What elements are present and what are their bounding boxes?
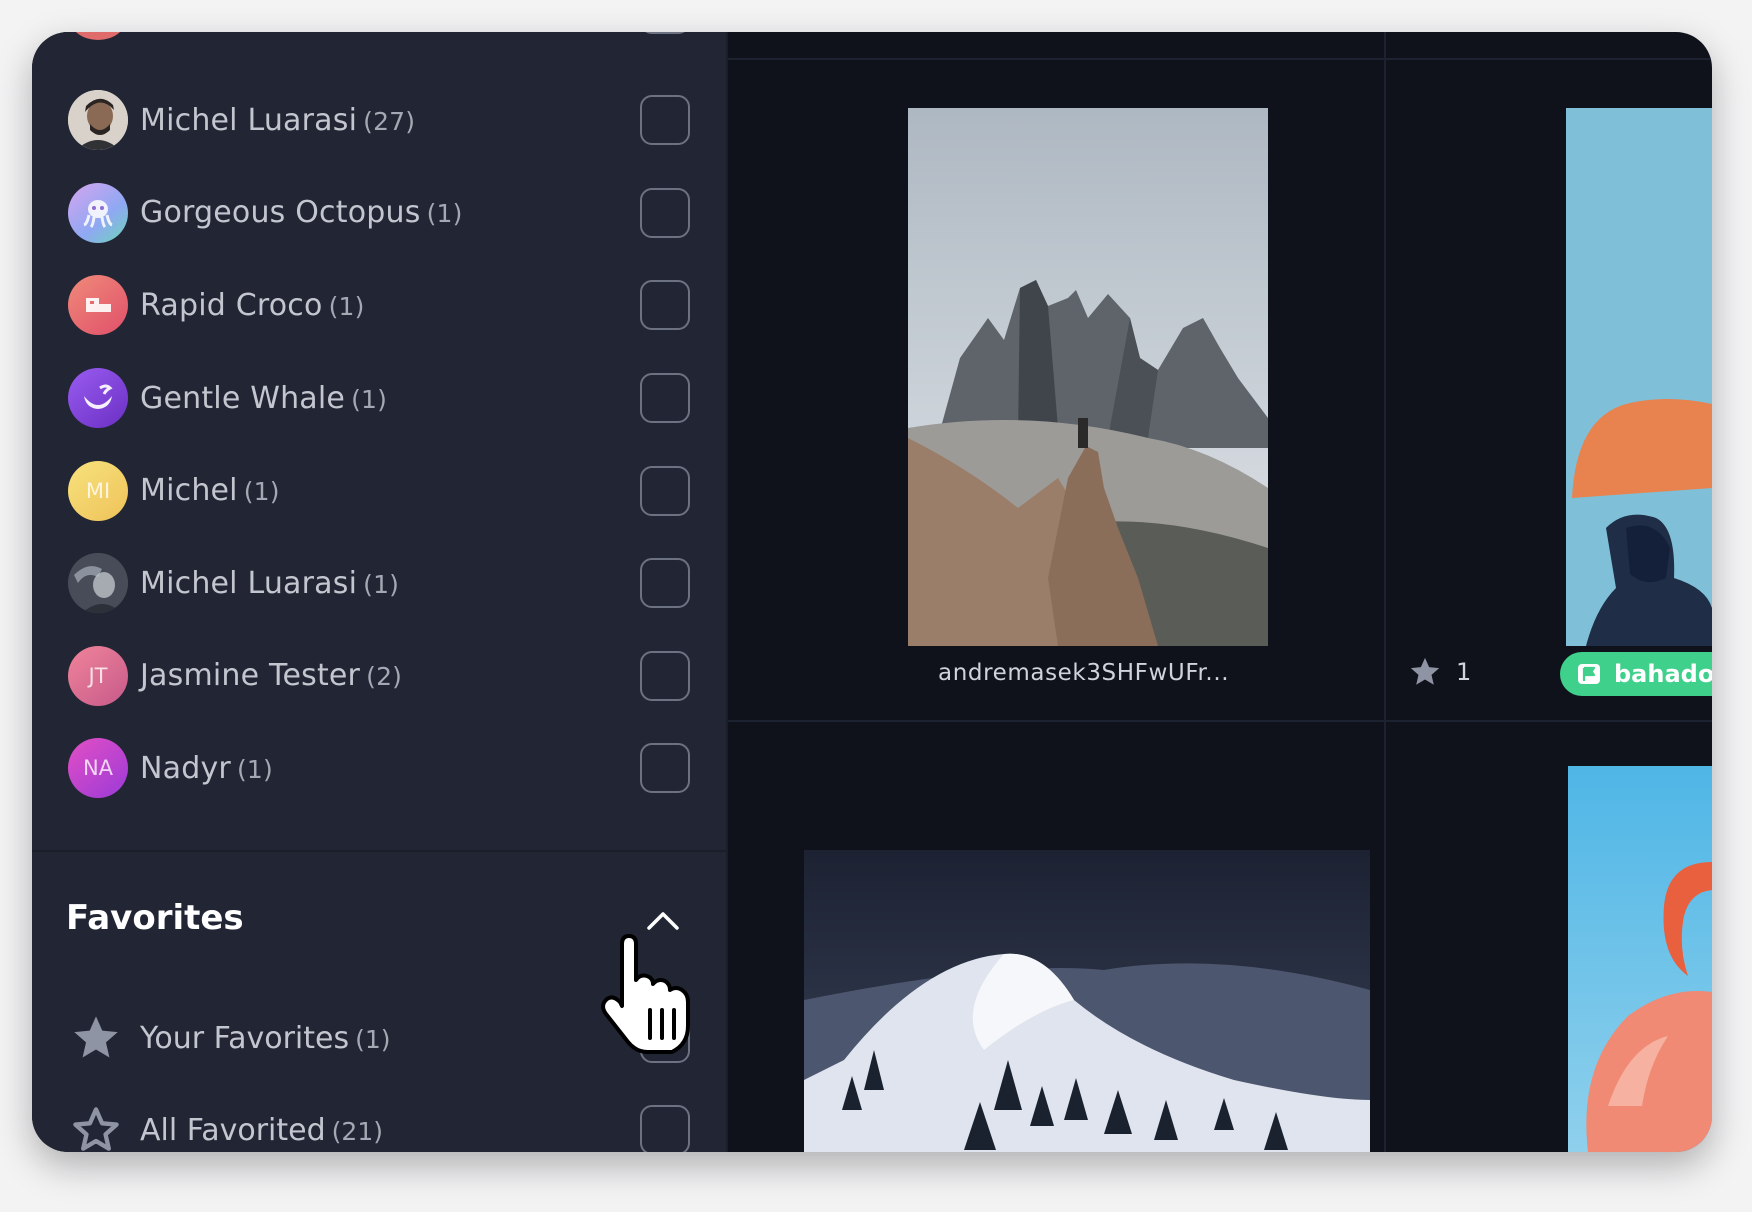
user-checkbox[interactable] xyxy=(640,558,690,609)
user-count: (1) xyxy=(426,199,463,229)
user-checkbox[interactable] xyxy=(640,650,690,701)
avatar: MI xyxy=(68,460,128,521)
photo-card-flamingo[interactable] xyxy=(1568,766,1712,1152)
avatar xyxy=(68,90,128,151)
photo-card-portrait[interactable] xyxy=(1566,108,1712,646)
user-count: (1) xyxy=(363,569,400,599)
user-filter-item[interactable]: MI Michel (1) xyxy=(32,444,726,537)
section-divider xyxy=(32,850,726,852)
favorite-count: 1 xyxy=(1456,658,1472,686)
avatar xyxy=(68,182,128,243)
user-photo-icon xyxy=(68,553,128,614)
favorites-item-count: (21) xyxy=(331,1116,383,1146)
favorites-heading: Favorites xyxy=(66,898,244,938)
avatar xyxy=(68,275,128,336)
user-count: (1) xyxy=(351,384,388,414)
user-checkbox[interactable] xyxy=(640,465,690,516)
favorites-item-all-favorited[interactable]: All Favorited (21) xyxy=(32,1084,726,1152)
avatar: JT xyxy=(68,645,128,706)
user-photo-icon xyxy=(68,90,128,151)
user-filter-item[interactable]: Michel Luarasi (27) xyxy=(32,74,726,167)
user-name: Nadyr xyxy=(140,750,231,786)
photo-card-mountains[interactable] xyxy=(908,108,1268,646)
avatar xyxy=(68,368,128,429)
user-count: (1) xyxy=(236,754,273,784)
avatar xyxy=(68,553,128,614)
tag-label: bahador xyxy=(1614,660,1712,688)
user-checkbox[interactable] xyxy=(640,95,690,146)
hand-pointer-cursor-icon xyxy=(601,934,690,1054)
user-name: Jasmine Tester xyxy=(140,658,361,694)
user-checkbox[interactable] xyxy=(640,280,690,331)
user-name: Michel xyxy=(140,473,238,509)
flag-icon xyxy=(1578,664,1600,684)
whale-icon xyxy=(84,384,113,410)
user-name: Michel Luarasi xyxy=(140,102,358,138)
user-filter-item[interactable]: NA Nadyr (1) xyxy=(32,722,726,815)
sidebar: Michel Luarasi(27) Gorgeous Octopus(1) xyxy=(32,32,728,1152)
user-count: (1) xyxy=(328,291,365,321)
user-name: Michel Luarasi xyxy=(140,565,358,601)
octopus-icon xyxy=(83,199,113,228)
user-count: (1) xyxy=(243,477,280,507)
crocodile-icon xyxy=(86,298,111,313)
avatar xyxy=(70,32,126,40)
grid-divider xyxy=(728,720,1712,722)
user-filter-item[interactable]: Michel Luarasi (1) xyxy=(32,537,726,630)
user-filter-item[interactable]: Rapid Croco (1) xyxy=(32,259,726,352)
user-count: (2) xyxy=(366,662,403,692)
user-checkbox[interactable] xyxy=(640,187,690,238)
photo-grid: andremasek3SHFwUFr... 1 bahador xyxy=(728,32,1712,1152)
user-checkbox[interactable] xyxy=(640,743,690,794)
chevron-up-icon xyxy=(647,912,679,930)
user-filter-list: Michel Luarasi(27) Gorgeous Octopus(1) xyxy=(32,74,726,815)
app-window: Michel Luarasi(27) Gorgeous Octopus(1) xyxy=(32,32,1712,1152)
favorite-counter[interactable]: 1 xyxy=(1408,652,1471,692)
collection-tag[interactable]: bahador xyxy=(1560,652,1712,696)
user-name: Gentle Whale xyxy=(140,380,346,416)
favorites-item-label: All Favorited xyxy=(140,1112,326,1148)
user-filter-item[interactable]: JT Jasmine Tester (2) xyxy=(32,630,726,723)
user-filter-item[interactable]: Gorgeous Octopus (1) xyxy=(32,167,726,260)
photo-caption: andremasek3SHFwUFr... xyxy=(938,660,1230,686)
grid-divider xyxy=(1384,32,1386,1152)
flamingo-photo xyxy=(1568,766,1712,1152)
user-name: Gorgeous Octopus xyxy=(140,195,421,231)
star-filled-icon xyxy=(74,1016,118,1058)
photo-card-snow[interactable] xyxy=(804,850,1370,1152)
user-checkbox[interactable] xyxy=(640,373,690,424)
favorites-item-count: (1) xyxy=(355,1024,391,1054)
favorites-item-label: Your Favorites xyxy=(140,1020,350,1056)
mountain-photo xyxy=(908,108,1268,646)
checkbox[interactable] xyxy=(640,32,690,34)
portrait-photo xyxy=(1566,108,1712,646)
favorites-checkbox[interactable] xyxy=(640,1105,690,1152)
user-name: Rapid Croco xyxy=(140,287,323,323)
star-outline-icon xyxy=(73,1107,119,1151)
grid-divider xyxy=(728,58,1712,60)
snow-photo xyxy=(804,850,1370,1152)
user-count: (27) xyxy=(363,106,416,136)
user-filter-item[interactable]: Gentle Whale (1) xyxy=(32,352,726,445)
avatar: NA xyxy=(68,738,128,799)
star-filled-icon xyxy=(1410,657,1440,685)
